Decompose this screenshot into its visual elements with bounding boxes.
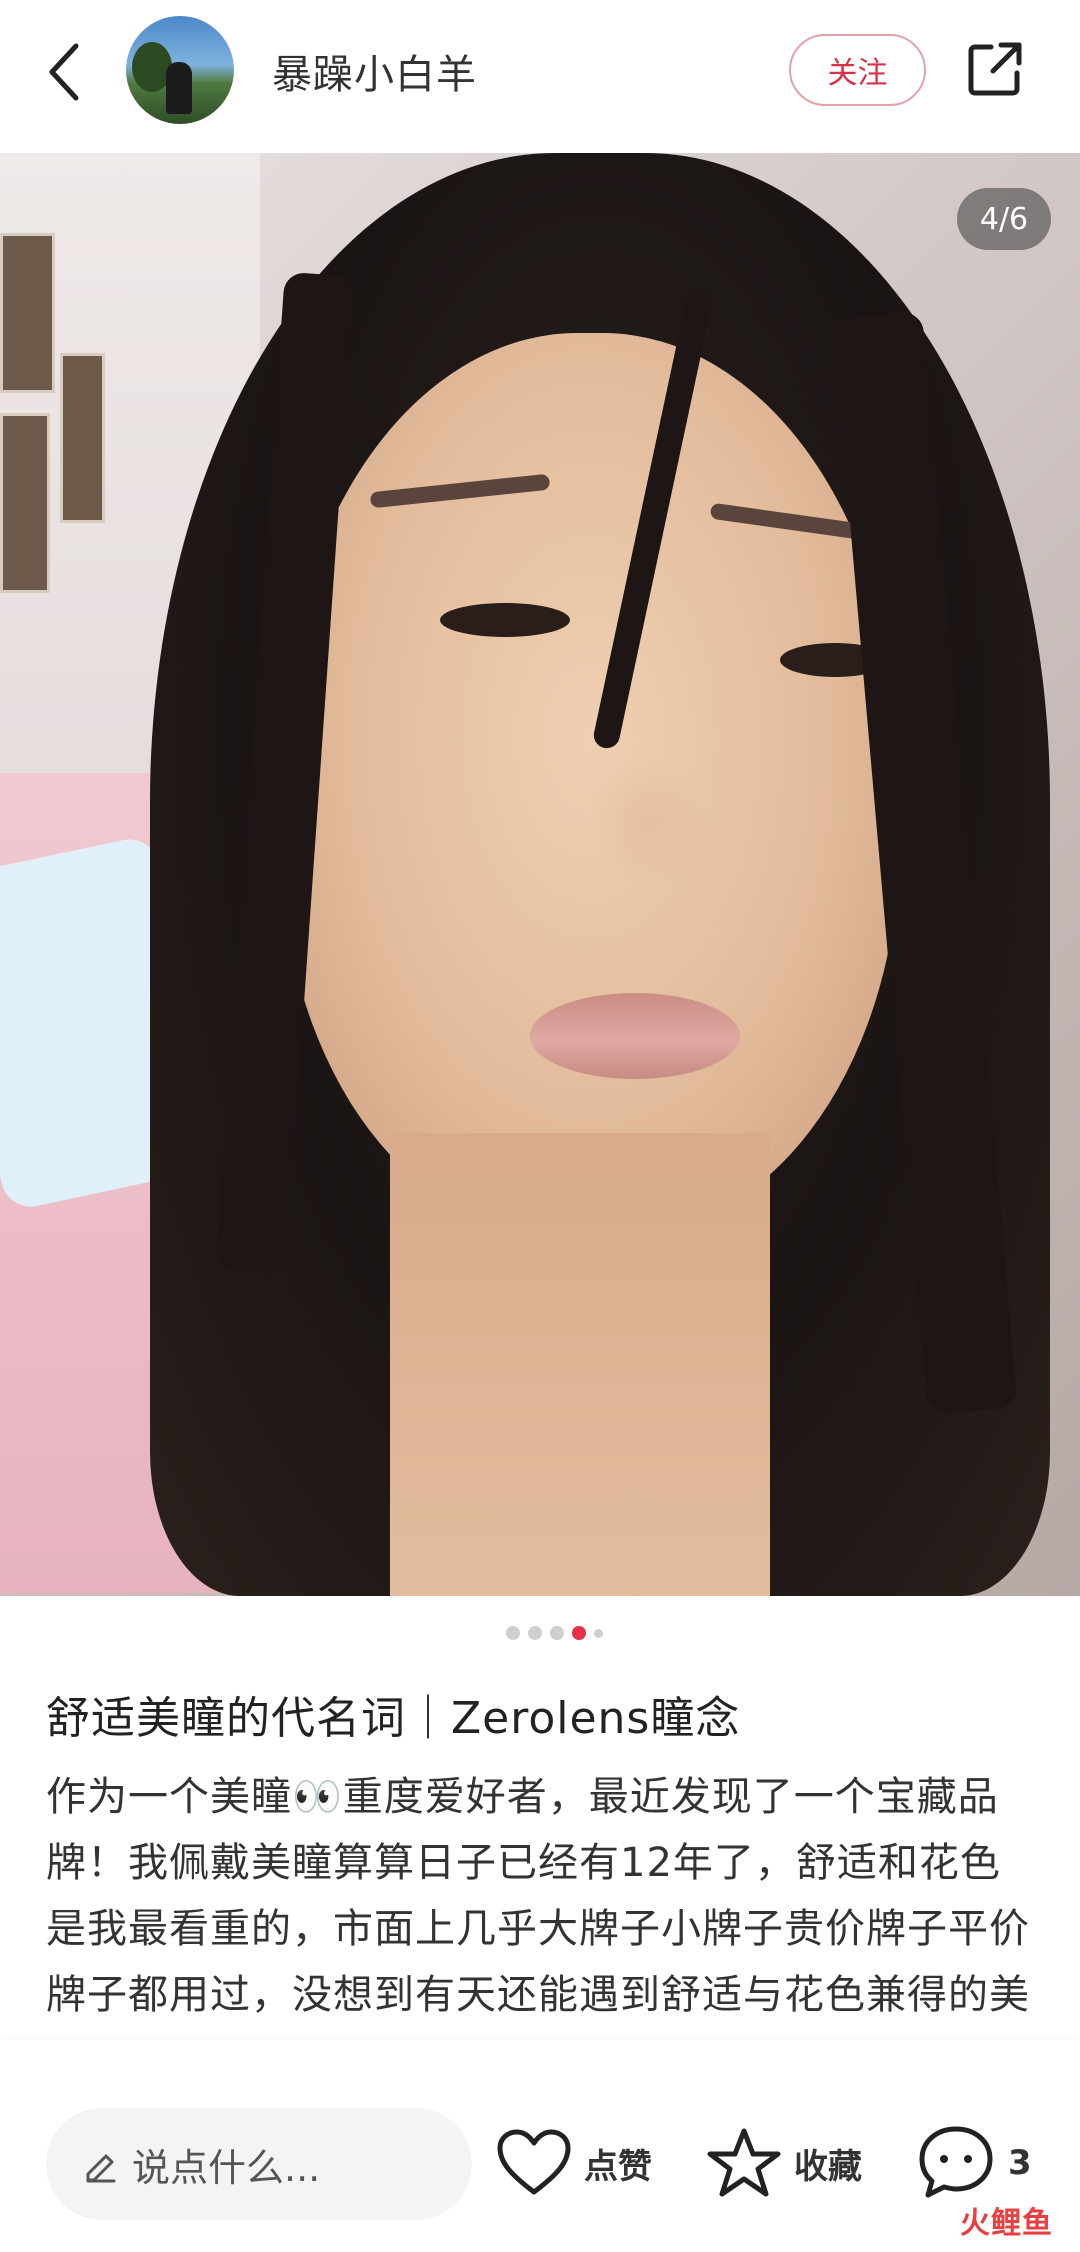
post-detail-screen: 暴躁小白羊 关注 4/6 舒适美瞳的代名词｜Zerolens瞳念 作为一个美瞳👀… [0, 0, 1080, 2252]
photo-page-indicator: 4/6 [957, 188, 1051, 250]
edit-pencil-icon [86, 2154, 116, 2183]
watermark-logo: 火鲤鱼 [960, 2206, 1053, 2241]
carousel-dot[interactable] [527, 1626, 542, 1640]
back-button[interactable] [36, 36, 92, 108]
heart-icon [497, 2129, 571, 2195]
back-arrow-icon [49, 43, 79, 101]
carousel-dot[interactable] [505, 1626, 520, 1640]
comment-input[interactable]: 说点什么... [46, 2108, 472, 2220]
author-username[interactable]: 暴躁小白羊 [272, 42, 477, 100]
comment-placeholder: 说点什么... [132, 2145, 321, 2190]
comment-button[interactable]: 3 [916, 2118, 1032, 2208]
carousel-dots [0, 1618, 1080, 1648]
like-label: 点赞 [584, 2146, 652, 2187]
comment-bubble-icon [919, 2126, 993, 2198]
author-avatar[interactable] [126, 16, 234, 124]
comment-count: 3 [1008, 2143, 1032, 2183]
collect-button[interactable]: 收藏 [706, 2118, 862, 2208]
carousel-dot-active[interactable] [571, 1626, 586, 1640]
share-icon [968, 42, 1022, 96]
bottom-action-bar: 说点什么... 点赞 收藏 3 [0, 2040, 1080, 2252]
collect-label: 收藏 [794, 2146, 862, 2187]
carousel-dot[interactable] [593, 1628, 603, 1638]
carousel-dot[interactable] [549, 1626, 564, 1640]
follow-button[interactable]: 关注 [789, 34, 926, 106]
star-icon [707, 2128, 781, 2197]
post-title: 舒适美瞳的代名词｜Zerolens瞳念 [46, 1693, 741, 1744]
header-bar: 暴躁小白羊 关注 [0, 0, 1080, 153]
post-photo[interactable] [0, 153, 1080, 1596]
post-body: 作为一个美瞳👀重度爱好者，最近发现了一个宝藏品牌！我佩戴美瞳算算日子已经有12年… [46, 1774, 1030, 2054]
share-button[interactable] [962, 36, 1028, 102]
like-button[interactable]: 点赞 [496, 2118, 652, 2208]
